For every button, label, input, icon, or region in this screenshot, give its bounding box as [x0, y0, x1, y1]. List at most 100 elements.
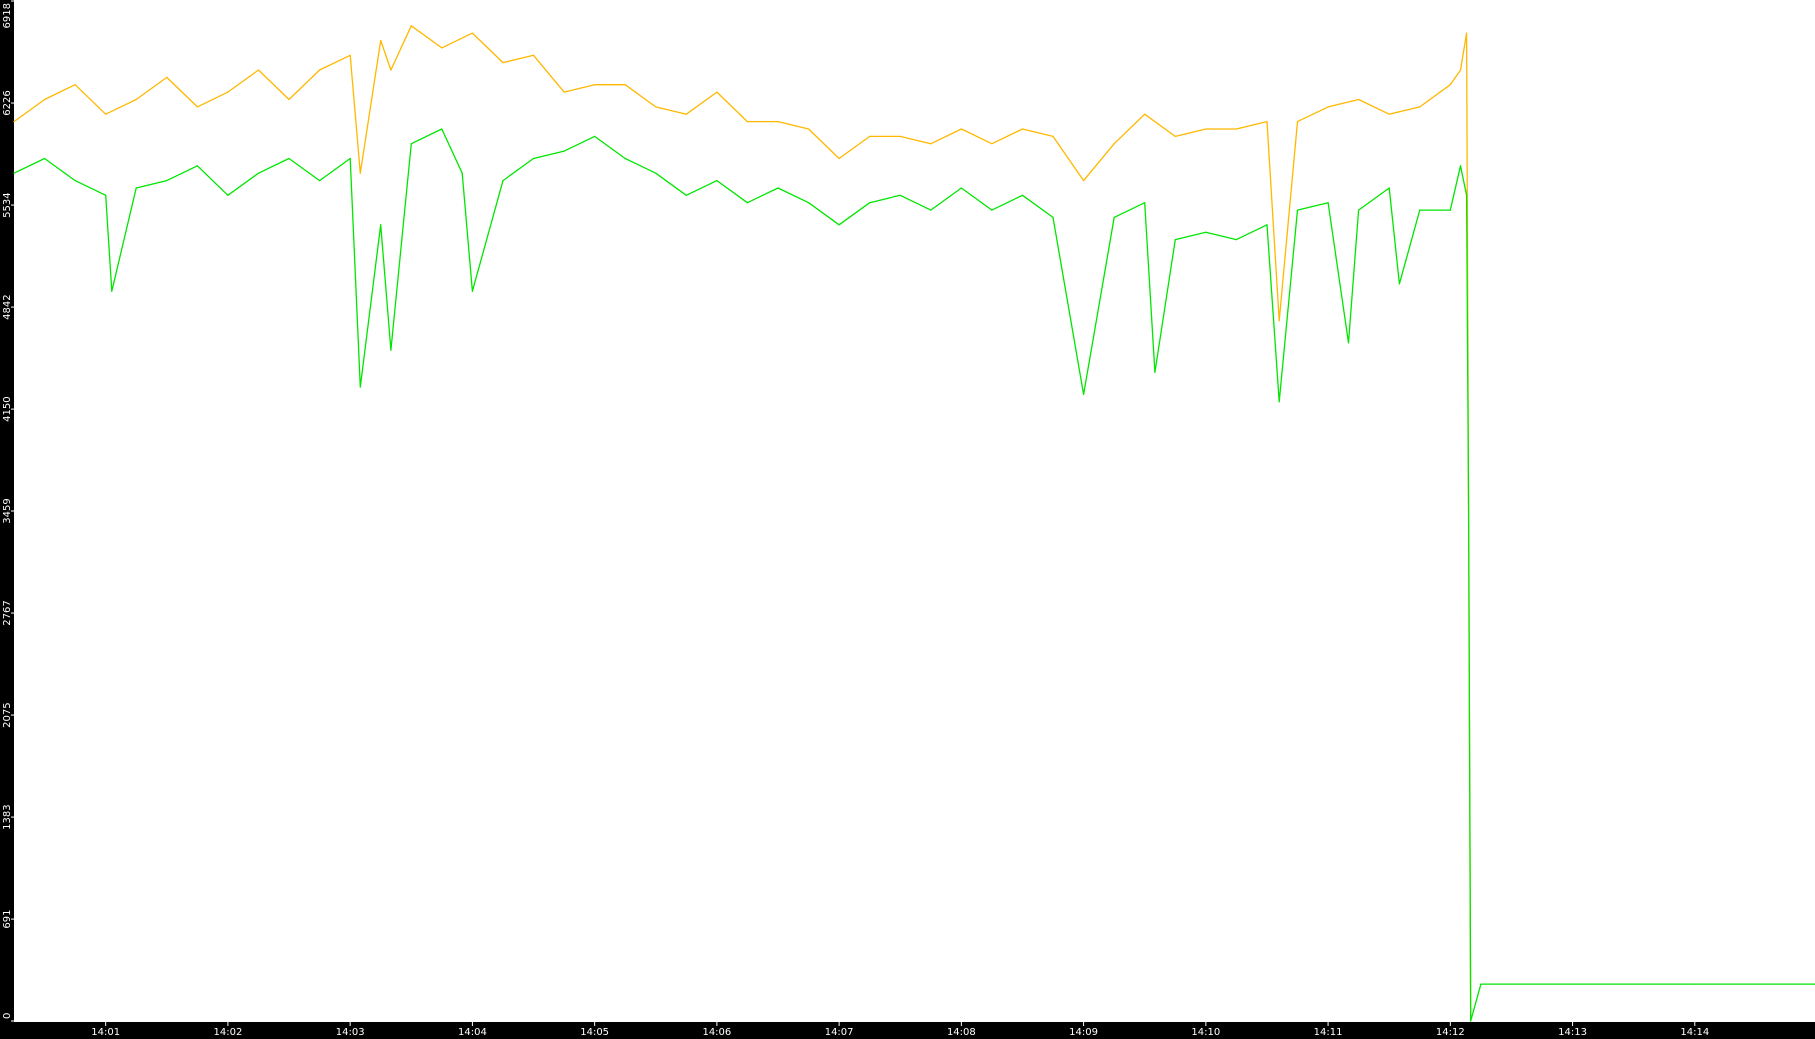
- series-1-point: [777, 121, 779, 123]
- series-2-point: [441, 128, 443, 130]
- series-1-point: [196, 106, 198, 108]
- series-2-point: [1449, 209, 1451, 211]
- series-1-point: [930, 143, 932, 145]
- series-2-point: [1052, 216, 1054, 218]
- series-2-point: [960, 187, 963, 189]
- series-2-point: [380, 224, 382, 226]
- series-1-point: [1083, 180, 1085, 182]
- series-2-point: [1266, 224, 1268, 226]
- series-1-point: [1419, 106, 1421, 108]
- series-1-point: [227, 91, 229, 93]
- series-2-point: [991, 209, 993, 211]
- x-tick-label: 14:11: [1314, 1027, 1343, 1038]
- series-1-point: [44, 98, 46, 101]
- series-1-point: [1466, 32, 1468, 34]
- series-1-point: [838, 157, 840, 160]
- series-2-point: [1296, 209, 1299, 211]
- series-1-point: [319, 69, 321, 71]
- y-tick-label: 1383: [2, 804, 13, 829]
- x-axis-ticks: 14:01 14:02 14:03 14:04 14:05 14:06 14:07 14:08…: [91, 1022, 1709, 1038]
- x-tick-label: 14:02: [214, 1027, 243, 1038]
- series-2-point: [471, 290, 473, 292]
- series-1-point: [166, 76, 168, 78]
- series-1-point: [532, 54, 535, 56]
- series-2-point: [1174, 239, 1176, 241]
- series-1-point: [1174, 135, 1176, 137]
- series-2-point: [777, 187, 779, 189]
- series-1-point: [135, 98, 137, 101]
- series-2-point: [461, 172, 463, 174]
- series-1-point: [502, 62, 504, 64]
- y-tick-label: 6226: [2, 90, 13, 115]
- series-1-point: [1052, 135, 1054, 137]
- series-1-point: [594, 84, 596, 86]
- series-1-point: [1113, 143, 1115, 145]
- y-tick-label: 6918: [2, 3, 13, 28]
- series-1-point: [13, 121, 15, 123]
- series-2-point: [1459, 165, 1462, 167]
- series-2-point: [105, 194, 107, 196]
- x-tick-label: 14:12: [1436, 1027, 1465, 1038]
- series-2-point: [166, 180, 168, 182]
- series-1-point: [390, 69, 392, 71]
- series-2-point: [624, 157, 626, 160]
- series-1-point: [899, 135, 901, 137]
- x-tick-label: 14:13: [1558, 1027, 1587, 1038]
- series-1-point: [105, 113, 107, 115]
- series-2-point: [838, 224, 840, 226]
- series-1-point: [359, 172, 361, 174]
- series-2-point: [1235, 239, 1237, 241]
- series-2-point: [390, 349, 392, 351]
- series-2-point: [1154, 371, 1156, 373]
- series-1-point: [716, 91, 718, 93]
- series-1-point: [74, 84, 76, 86]
- series-2-point: [532, 157, 535, 160]
- series-2-point: [359, 386, 361, 388]
- y-tick-label: 4150: [2, 396, 13, 421]
- x-tick-label: 14:04: [458, 1027, 487, 1038]
- series-2-point: [1347, 342, 1350, 344]
- y-tick-label: 2767: [2, 600, 13, 625]
- series-2-point: [1278, 401, 1280, 403]
- chart-root: 14:01 14:02 14:03 14:04 14:05 14:06 14:07 14:08…: [0, 0, 1815, 1039]
- series-2-group: [13, 128, 1815, 1022]
- series-2-point: [257, 172, 260, 174]
- series-2-point: [1572, 983, 1574, 985]
- y-tick-label: 691: [2, 910, 13, 929]
- series-1-point: [471, 32, 473, 34]
- series-1-point: [288, 98, 290, 101]
- x-tick-label: 14:06: [702, 1027, 731, 1038]
- series-2-point: [288, 157, 290, 160]
- series-2-point: [1358, 209, 1360, 211]
- series-2-point: [899, 194, 901, 196]
- series-2-point: [135, 187, 137, 189]
- series-2-point: [349, 157, 351, 160]
- series-1-point: [1296, 121, 1299, 123]
- series-2-point: [1205, 231, 1207, 233]
- x-tick-label: 14:10: [1191, 1027, 1220, 1038]
- series-1-point: [1459, 69, 1462, 71]
- y-tick-label: 0: [2, 1013, 13, 1019]
- series-1-point: [1278, 320, 1280, 322]
- series-2-point: [746, 202, 749, 204]
- series-1-point: [1021, 128, 1024, 130]
- series-2-point: [1468, 526, 1470, 528]
- series-2-point: [44, 157, 46, 160]
- series-2-point: [1466, 194, 1468, 196]
- y-tick-label: 2075: [2, 702, 13, 727]
- series-1-point: [441, 47, 443, 49]
- series-1-point: [563, 91, 565, 93]
- y-tick-label: 3459: [2, 498, 13, 523]
- series-1-point: [410, 25, 412, 27]
- series-1-point: [1144, 113, 1146, 115]
- y-tick-label: 5534: [2, 192, 13, 217]
- series-2-point: [227, 194, 229, 196]
- series-1-point: [1449, 84, 1451, 86]
- series-2-point: [655, 172, 657, 174]
- series-2-point: [111, 290, 113, 292]
- series-2-point: [1398, 283, 1400, 285]
- x-tick-label: 14:03: [336, 1027, 365, 1038]
- series-2-point: [13, 172, 15, 174]
- series-1-point: [960, 128, 963, 130]
- x-tick-label: 14:08: [947, 1027, 976, 1038]
